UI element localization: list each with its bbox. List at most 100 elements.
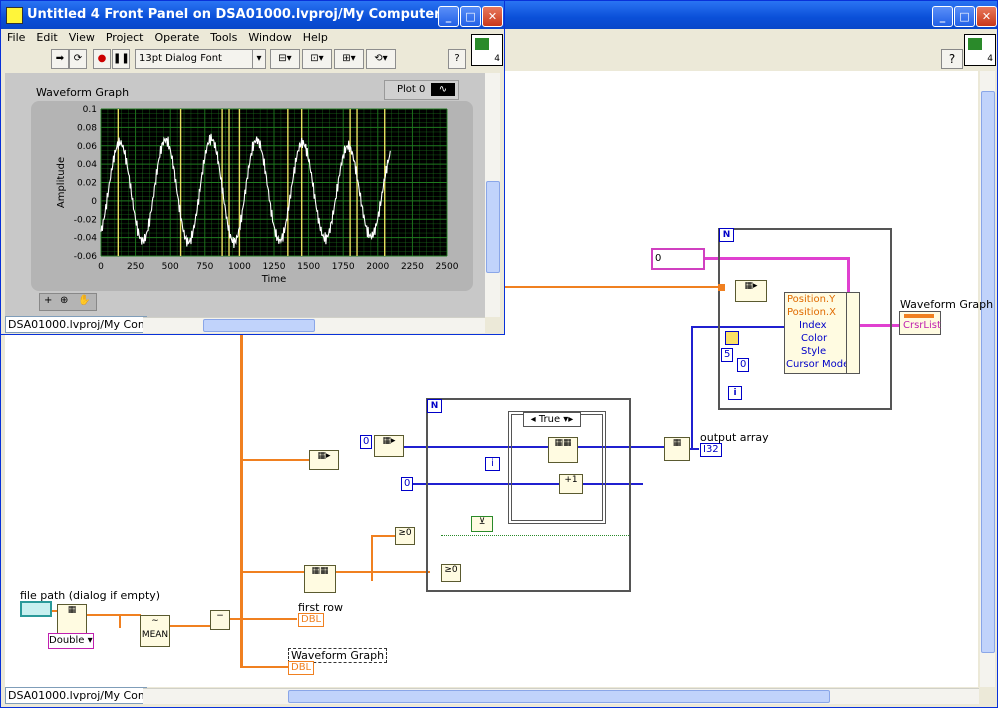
wire-gt1-v[interactable] [371,535,373,581]
fp-minimize-button[interactable]: _ [438,6,459,27]
output-array-terminal[interactable]: I32 [700,443,722,457]
minimize-button[interactable]: _ [932,6,953,27]
crsr-list-text: CrsrList [903,320,941,331]
y-tick-label: -0.06 [74,252,98,262]
legend-plot-name: Plot 0 [397,84,426,95]
main-loop-n: N [427,399,442,413]
pause-icon[interactable]: ❚❚ [112,49,130,69]
const-five[interactable]: 5 [721,348,734,362]
menu-edit[interactable]: Edit [30,29,62,44]
field-position-x[interactable]: Position.X [787,307,836,318]
align-icon[interactable]: ⊟▾ [270,49,300,69]
case-selector-label: True [538,414,561,425]
index-array-2[interactable]: ▦▸ [374,435,404,457]
bundle-right [846,292,860,374]
menu-project[interactable]: Project [100,29,149,44]
xor-gate[interactable]: ⊻ [471,516,493,532]
font-select[interactable]: 13pt Dialog Font [135,49,258,69]
wfg-terminal[interactable]: DBL [288,661,315,675]
orange-input-box[interactable] [718,284,725,291]
wire-to-outer[interactable] [691,326,693,448]
wire-gt1[interactable] [371,535,397,537]
menu-tools[interactable]: Tools [204,29,242,44]
wire-to-build2[interactable] [629,446,665,448]
crsr-list-node[interactable]: CrsrList [899,311,941,335]
field-index[interactable]: Index [799,320,827,331]
fp-vi-icon-number: 4 [494,54,500,64]
close-button[interactable]: ✕ [976,6,997,27]
wire-to-output[interactable] [689,448,699,450]
case-selector[interactable]: ◂ True ▾▸ [523,412,581,427]
greater-than-2[interactable]: ≥0 [441,564,461,582]
field-cursor-mode[interactable]: Cursor Mode [786,359,849,370]
fp-hscroll[interactable] [143,317,485,333]
build-array-2[interactable]: ▦ [664,437,690,461]
x-tick-label: 1750 [332,262,355,272]
menu-window[interactable]: Window [242,29,296,44]
subtract-node[interactable]: − [210,610,230,630]
resize-icon[interactable]: ⊞▾ [334,49,364,69]
maximize-button[interactable]: □ [954,6,975,27]
const-zero-shift[interactable]: 0 [401,477,414,491]
const-zero-mode[interactable]: 0 [737,358,750,372]
greater-than-1[interactable]: ≥0 [395,527,415,545]
field-position-y[interactable]: Position.Y [787,294,835,305]
loop-n-terminal[interactable]: N [719,228,734,242]
read-spreadsheet-node[interactable]: ▦ [57,604,87,636]
zoom-icon[interactable]: ⊕ [60,295,68,306]
waveform-graph[interactable]: 0.10.080.060.040.020-0.02-0.04-0.060 250 5… [31,101,473,291]
diagram-hscroll-thumb[interactable] [288,690,830,703]
wire-read-sub[interactable] [119,614,121,628]
replace-subset[interactable]: ▦▦ [548,437,578,463]
bundle-by-name[interactable]: Position.Y Position.X Index Color Style … [784,292,849,374]
file-path-control[interactable] [20,601,52,617]
wire-main-vertical[interactable] [240,286,243,666]
menu-view[interactable]: View [63,29,100,44]
diagram-vscroll-thumb[interactable] [981,91,995,653]
font-dropdown-icon[interactable]: ▾ [252,49,266,69]
wire-to-build1[interactable] [240,459,312,461]
wire-mean-sub[interactable] [169,625,213,627]
front-panel-titlebar[interactable]: Untitled 4 Front Panel on DSA01000.lvpro… [1,1,504,29]
index-array-node[interactable]: ▦▸ [735,280,767,302]
menu-operate[interactable]: Operate [148,29,204,44]
legend-plot-swatch: ∿ [431,83,455,96]
diagram-vscroll[interactable] [980,71,995,687]
build-array-1[interactable]: ▦▸ [309,450,339,470]
labview-app-icon [6,7,23,24]
wire-to-wfg[interactable] [240,666,288,668]
fp-maximize-button[interactable]: □ [460,6,481,27]
fp-vscroll[interactable] [485,73,500,317]
fp-hscroll-thumb[interactable] [203,319,315,332]
graph-legend[interactable]: Plot 0 ∿ [384,80,459,100]
pan-hand-icon[interactable]: ✋ [78,295,90,306]
diagram-hscroll[interactable] [143,688,979,704]
wire-read-mean[interactable] [85,614,141,616]
graph-palette[interactable]: + ⊕ ✋ [39,293,97,311]
cursor-move-icon[interactable]: + [44,295,52,306]
distribute-icon[interactable]: ⊡▾ [302,49,332,69]
field-color[interactable]: Color [801,333,827,344]
menu-help[interactable]: Help [297,29,333,44]
bool-wire[interactable] [441,535,629,536]
fp-vscroll-thumb[interactable] [486,181,500,273]
run-arrow-icon[interactable]: ➡ [51,49,69,69]
abort-icon[interactable]: ● [93,49,111,69]
const-zero-pink[interactable]: 0 [651,248,705,270]
increment-node[interactable]: +1 [559,474,583,494]
help-button[interactable]: ? [941,49,963,69]
case-structure[interactable] [508,411,606,524]
field-style[interactable]: Style [801,346,826,357]
color-constant[interactable] [725,331,739,345]
fp-help-button[interactable]: ? [448,49,466,69]
const-zero-index[interactable]: 0 [360,435,373,449]
run-continuous-icon[interactable]: ⟳ [69,49,87,69]
index-array-3[interactable]: ▦▦ [304,565,336,593]
mean-node[interactable]: ∼ MEAN [140,615,170,647]
reorder-icon[interactable]: ⟲▾ [366,49,396,69]
double-selector[interactable]: Double ▾ [48,633,94,649]
fp-close-button[interactable]: ✕ [482,6,503,27]
wire-sub-out[interactable] [229,618,297,620]
first-row-terminal[interactable]: DBL [298,613,325,627]
menu-file[interactable]: File [1,29,30,44]
